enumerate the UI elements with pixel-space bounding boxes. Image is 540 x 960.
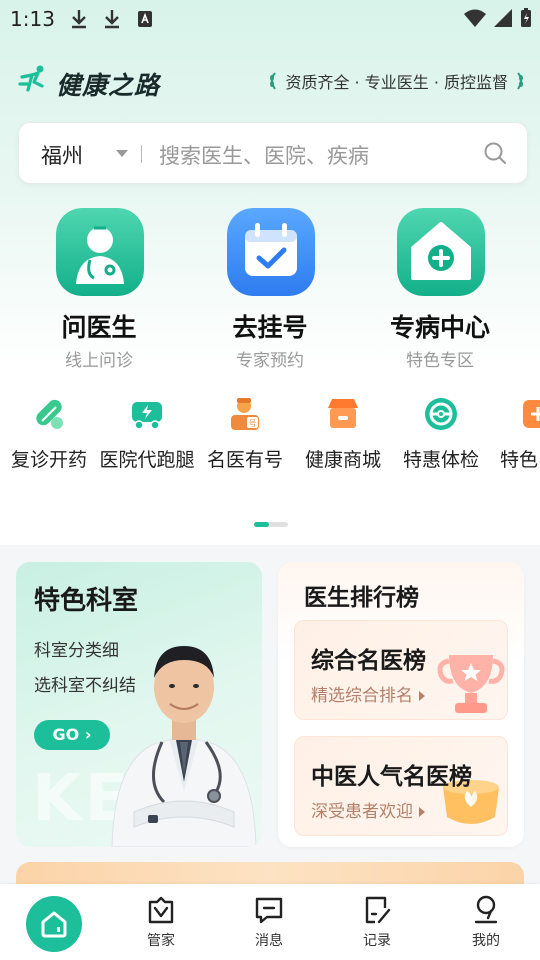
laurel-left-icon bbox=[270, 72, 277, 90]
search-input[interactable]: 搜索医生、医院、疾病 bbox=[159, 140, 369, 170]
ranking-title: 综合名医榜 bbox=[311, 648, 426, 674]
nav-butler[interactable]: 管家 bbox=[131, 894, 191, 950]
service-label: 名医有号 bbox=[206, 449, 283, 471]
nav-label: 记录 bbox=[363, 933, 391, 949]
chevron-down-icon[interactable] bbox=[116, 150, 128, 157]
ranking-subtitle-text: 深受患者欢迎 bbox=[311, 802, 413, 822]
hospital-plus-icon[interactable] bbox=[397, 208, 485, 296]
ranking-comprehensive[interactable]: 综合名医榜 精选综合排名 bbox=[294, 620, 508, 720]
runner-logo-icon bbox=[18, 65, 44, 92]
battery-icon bbox=[521, 8, 531, 27]
ranking-tcm-popular[interactable]: 中医人气名医榜 深受患者欢迎 bbox=[294, 736, 508, 836]
chevron-right-icon bbox=[419, 691, 425, 701]
divider bbox=[141, 145, 142, 163]
featured-department-card[interactable]: KE 特色科室 科室分类细 选科室不纠结 GO › bbox=[16, 562, 262, 847]
service-label: 特惠体检 bbox=[402, 449, 479, 471]
service-label: 特色 bbox=[500, 449, 539, 471]
doctor-ticket-icon[interactable]: 号 bbox=[227, 396, 263, 432]
profile-icon[interactable] bbox=[470, 894, 502, 926]
svg-text:号: 号 bbox=[249, 419, 257, 428]
calendar-check-icon[interactable] bbox=[227, 208, 315, 296]
card-title: 医生排行榜 bbox=[304, 585, 419, 611]
record-icon[interactable] bbox=[361, 894, 393, 926]
nav-records[interactable]: 记录 bbox=[347, 894, 407, 950]
search-icon[interactable] bbox=[483, 141, 507, 165]
service-subtitle: 特色专区 bbox=[406, 351, 474, 371]
page-indicator-active bbox=[254, 522, 269, 527]
service-subtitle: 专家预约 bbox=[236, 351, 304, 371]
download-icon bbox=[72, 10, 86, 29]
shop-icon[interactable] bbox=[325, 396, 361, 432]
service-title: 专病中心 bbox=[389, 313, 490, 342]
wifi-icon bbox=[464, 9, 486, 27]
service-register[interactable]: 去挂号 专家预约 bbox=[185, 208, 355, 373]
status-time: 1:13 bbox=[10, 7, 55, 31]
service-label: 医院代跑腿 bbox=[99, 449, 195, 471]
ranking-subtitle: 深受患者欢迎 bbox=[311, 797, 425, 822]
message-icon[interactable] bbox=[253, 894, 285, 926]
butler-icon[interactable] bbox=[145, 894, 177, 926]
nav-profile[interactable]: 我的 bbox=[456, 894, 516, 950]
download-icon bbox=[105, 10, 119, 29]
bottom-navigation: 管家 消息 记录 我的 bbox=[0, 884, 540, 960]
home-icon[interactable] bbox=[26, 896, 82, 952]
service-label: 复诊开药 bbox=[10, 449, 87, 471]
service-title: 问医生 bbox=[61, 313, 137, 342]
go-button[interactable]: GO › bbox=[34, 720, 110, 750]
special-icon[interactable] bbox=[521, 396, 540, 432]
service-disease-center[interactable]: 专病中心 特色专区 bbox=[355, 208, 525, 373]
ranking-subtitle: 精选综合排名 bbox=[311, 681, 425, 706]
signal-icon bbox=[494, 9, 512, 27]
ranking-title: 中医人气名医榜 bbox=[311, 764, 472, 790]
trophy-icon bbox=[437, 655, 505, 713]
doctor-icon[interactable] bbox=[56, 208, 144, 296]
city-selector[interactable]: 福州 bbox=[41, 140, 83, 170]
nav-messages[interactable]: 消息 bbox=[239, 894, 299, 950]
nav-label: 我的 bbox=[472, 933, 500, 949]
search-bar[interactable]: 福州 搜索医生、医院、疾病 bbox=[18, 122, 528, 184]
doctor-illustration bbox=[111, 646, 257, 847]
service-label: 健康商城 bbox=[304, 449, 381, 471]
slogan: 资质齐全 · 专业医生 · 质控监督 bbox=[267, 69, 526, 93]
doctor-ranking-card: 医生排行榜 综合名医榜 精选综合排名 中医人气名医榜 深受患者欢迎 bbox=[278, 562, 524, 847]
checkup-icon[interactable] bbox=[423, 396, 459, 432]
nav-label: 消息 bbox=[255, 933, 283, 949]
pill-icon[interactable] bbox=[31, 396, 67, 432]
go-label: GO bbox=[52, 725, 80, 744]
slogan-text: 资质齐全 · 专业医生 · 质控监督 bbox=[285, 73, 508, 92]
ranking-subtitle-text: 精选综合排名 bbox=[311, 686, 413, 706]
nav-home[interactable] bbox=[26, 896, 82, 952]
delivery-icon[interactable] bbox=[129, 396, 165, 432]
service-ask-doctor[interactable]: 问医生 线上问诊 bbox=[14, 208, 184, 373]
service-title: 去挂号 bbox=[232, 313, 308, 342]
status-bar: 1:13 bbox=[0, 0, 540, 38]
text-notification-icon bbox=[138, 11, 152, 27]
laurel-right-icon bbox=[517, 72, 523, 90]
brand-name: 健康之路 bbox=[56, 71, 161, 100]
secondary-services: 复诊开药 医院代跑腿 号 名医有号 健康商城 特惠体检 特色 bbox=[0, 390, 540, 510]
chevron-right-icon bbox=[419, 807, 425, 817]
app-header: 健康之路 资质齐全 · 专业医生 · 质控监督 bbox=[0, 58, 540, 104]
service-subtitle: 线上问诊 bbox=[65, 351, 133, 371]
nav-label: 管家 bbox=[147, 933, 175, 949]
